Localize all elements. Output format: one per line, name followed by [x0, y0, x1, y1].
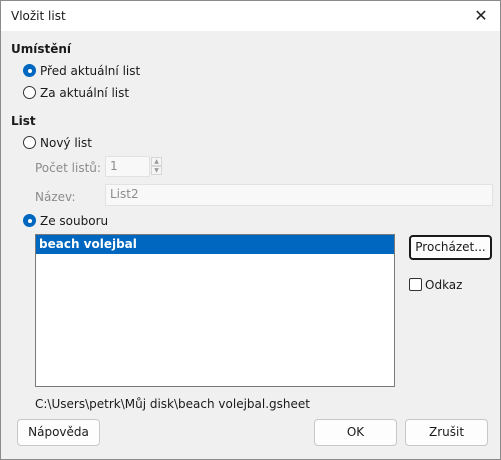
- browse-button[interactable]: Procházet...: [409, 235, 492, 260]
- sheet-count-stepper[interactable]: ▲ ▼: [151, 157, 162, 176]
- sheet-count-input[interactable]: 1: [105, 156, 150, 177]
- list-item[interactable]: beach volejbal: [36, 235, 394, 254]
- sheet-section-label: List: [11, 114, 36, 128]
- radio-new-sheet[interactable]: [23, 136, 36, 149]
- sheet-count-label: Počet listů:: [35, 161, 101, 175]
- window-title: Vložit list: [11, 9, 66, 23]
- sheet-name-input[interactable]: List2: [105, 184, 493, 206]
- title-bar: Vložit list ✕: [1, 1, 500, 31]
- close-icon[interactable]: ✕: [470, 5, 492, 27]
- radio-before-current[interactable]: [23, 64, 36, 77]
- sheet-name-label: Název:: [35, 190, 76, 204]
- radio-after-current-label[interactable]: Za aktuální list: [40, 86, 129, 100]
- link-checkbox[interactable]: [409, 278, 422, 291]
- radio-from-file-label[interactable]: Ze souboru: [40, 214, 108, 228]
- radio-before-current-label[interactable]: Před aktuální list: [40, 64, 140, 78]
- placement-section-label: Umístění: [11, 42, 72, 56]
- cancel-button[interactable]: Zrušit: [405, 419, 488, 446]
- radio-new-sheet-label[interactable]: Nový list: [40, 136, 92, 150]
- file-sheet-list[interactable]: beach volejbal: [35, 234, 395, 387]
- stepper-down-icon[interactable]: ▼: [151, 166, 162, 175]
- stepper-up-icon[interactable]: ▲: [151, 157, 162, 166]
- insert-sheet-dialog: Vložit list ✕ Umístění Před aktuální lis…: [0, 0, 501, 460]
- help-button[interactable]: Nápověda: [17, 419, 100, 446]
- link-checkbox-label[interactable]: Odkaz: [425, 278, 462, 292]
- ok-button[interactable]: OK: [314, 419, 397, 446]
- file-path-text: C:\Users\petrk\Můj disk\beach volejbal.g…: [35, 397, 310, 411]
- radio-from-file[interactable]: [23, 214, 36, 227]
- radio-after-current[interactable]: [23, 86, 36, 99]
